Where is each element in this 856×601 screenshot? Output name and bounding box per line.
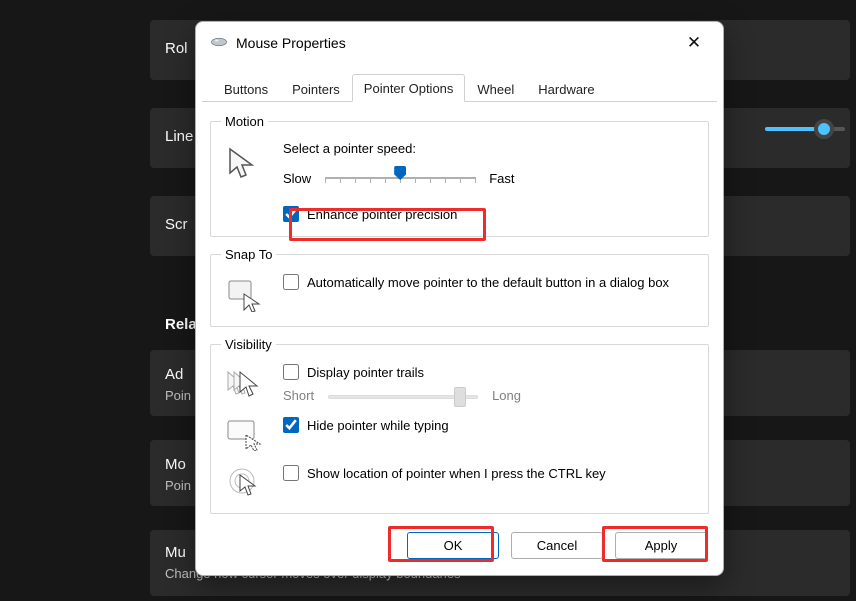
ctrl-locate-checkbox[interactable] — [283, 465, 299, 481]
group-visibility: Visibility Display pointer trails Short — [210, 337, 709, 514]
bg-item-sub: Poin — [165, 478, 191, 493]
tab-pointer-options[interactable]: Pointer Options — [352, 74, 466, 102]
ctrl-locate-icon — [221, 461, 267, 499]
fast-label: Fast — [489, 171, 514, 186]
bg-item: Mu — [165, 544, 186, 561]
hide-while-typing-checkbox[interactable] — [283, 417, 299, 433]
slow-label: Slow — [283, 171, 311, 186]
ok-button[interactable]: OK — [407, 532, 499, 559]
short-label: Short — [283, 388, 314, 403]
mouse-icon — [210, 36, 228, 51]
long-label: Long — [492, 388, 521, 403]
bg-item-sub: Poin — [165, 388, 191, 403]
bg-slider-fill — [765, 127, 820, 131]
close-button[interactable]: ✕ — [679, 31, 709, 55]
enhance-precision-label[interactable]: Enhance pointer precision — [307, 207, 457, 222]
pointer-speed-slider[interactable] — [325, 168, 475, 188]
pointer-trails-checkbox[interactable] — [283, 364, 299, 380]
pointer-speed-icon — [221, 141, 267, 179]
apply-button[interactable]: Apply — [615, 532, 707, 559]
titlebar: Mouse Properties ✕ — [196, 22, 723, 61]
tab-buttons[interactable]: Buttons — [212, 75, 280, 102]
ctrl-locate-label[interactable]: Show location of pointer when I press th… — [307, 466, 606, 481]
pointer-trails-icon — [221, 364, 267, 402]
group-snapto-legend: Snap To — [221, 247, 276, 262]
mouse-properties-dialog: Mouse Properties ✕ Buttons Pointers Poin… — [195, 21, 724, 576]
tab-pointers[interactable]: Pointers — [280, 75, 352, 102]
bg-item: Scr — [165, 216, 188, 233]
snapto-icon — [221, 274, 267, 312]
tab-wheel[interactable]: Wheel — [465, 75, 526, 102]
bg-item: Line — [165, 128, 193, 145]
cancel-button[interactable]: Cancel — [511, 532, 603, 559]
hide-while-typing-label[interactable]: Hide pointer while typing — [307, 418, 449, 433]
enhance-precision-checkbox[interactable] — [283, 206, 299, 222]
group-snapto: Snap To Automatically move pointer to th… — [210, 247, 709, 327]
dialog-content: Motion Select a pointer speed: Slow Fas — [196, 102, 723, 518]
dialog-title: Mouse Properties — [236, 35, 346, 51]
hide-typing-icon — [221, 413, 267, 451]
bg-item: Ad — [165, 366, 183, 383]
group-motion: Motion Select a pointer speed: Slow Fas — [210, 114, 709, 237]
bg-item: Rol — [165, 40, 188, 57]
tabs: Buttons Pointers Pointer Options Wheel H… — [202, 73, 717, 102]
pointer-trails-label[interactable]: Display pointer trails — [307, 365, 424, 380]
bg-item: Mo — [165, 456, 186, 473]
dialog-footer: OK Cancel Apply — [196, 518, 723, 575]
snapto-checkbox[interactable] — [283, 274, 299, 290]
tab-hardware[interactable]: Hardware — [526, 75, 606, 102]
snapto-label[interactable]: Automatically move pointer to the defaul… — [307, 275, 669, 290]
group-motion-legend: Motion — [221, 114, 268, 129]
bg-slider-thumb[interactable] — [814, 119, 834, 139]
group-visibility-legend: Visibility — [221, 337, 276, 352]
pointer-speed-label: Select a pointer speed: — [283, 141, 698, 156]
trails-length-slider — [328, 391, 478, 401]
